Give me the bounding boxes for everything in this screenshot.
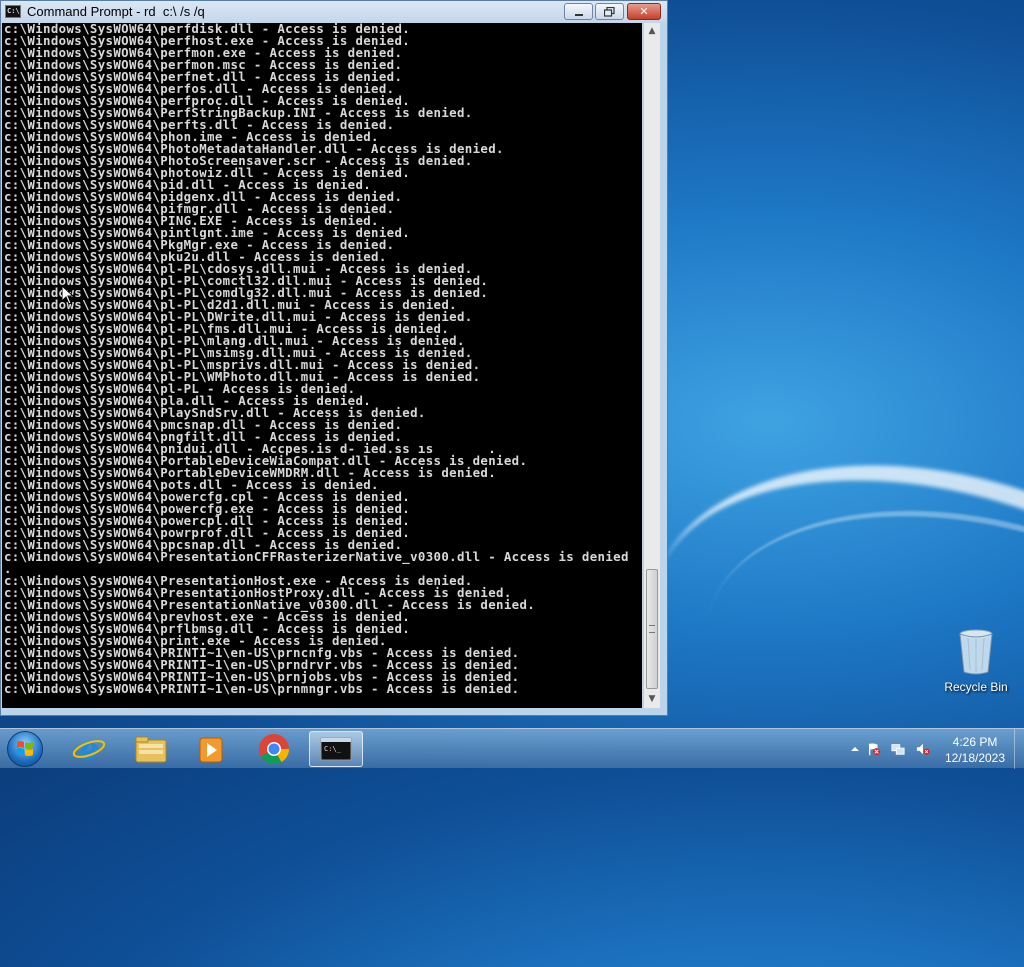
- console-line: c:\Windows\SysWOW64\PRINTI~1\en-US\prnmn…: [4, 681, 520, 696]
- minimize-icon: [574, 14, 583, 16]
- recycle-bin[interactable]: Recycle Bin: [940, 628, 1012, 694]
- console-output[interactable]: c:\Windows\SysWOW64\perfdisk.dll - Acces…: [2, 23, 642, 708]
- show-hidden-icons-icon[interactable]: [848, 742, 862, 756]
- recycle-bin-label: Recycle Bin: [944, 680, 1008, 694]
- taskbar-command-prompt[interactable]: C:\_: [309, 731, 363, 767]
- scroll-down-arrow-icon[interactable]: ▼: [644, 691, 660, 708]
- network-icon[interactable]: [891, 742, 905, 756]
- window-bottom-border: [1, 708, 667, 715]
- window-title: Command Prompt - rd c:\ /s /q: [27, 4, 205, 19]
- taskbar-chrome[interactable]: [247, 731, 301, 767]
- folder-icon: [135, 736, 167, 763]
- clock-time: 4:26 PM: [952, 735, 998, 749]
- media-player-icon: [199, 737, 223, 763]
- chrome-icon: [259, 734, 289, 765]
- scrollbar-grip-icon: [649, 625, 655, 633]
- console-line: c:\Windows\SysWOW64\PresentationCFFRaste…: [4, 549, 629, 564]
- scrollbar-thumb[interactable]: [646, 569, 658, 689]
- taskbar-clock[interactable]: 4:26 PM 12/18/2023: [940, 734, 1010, 766]
- volume-muted-icon[interactable]: [916, 742, 930, 756]
- action-center-flag-icon[interactable]: [867, 742, 881, 756]
- close-button[interactable]: ✕: [627, 3, 661, 20]
- windows-logo-icon: [17, 741, 33, 756]
- start-button[interactable]: [7, 731, 43, 767]
- restore-icon: [603, 6, 615, 17]
- scroll-up-arrow-icon[interactable]: ▲: [644, 23, 660, 40]
- command-prompt-window[interactable]: C:\ Command Prompt - rd c:\ /s /q ✕ c:\W…: [0, 0, 668, 716]
- minimize-button[interactable]: [564, 3, 593, 20]
- recycle-bin-icon: [958, 628, 994, 675]
- taskbar-file-explorer[interactable]: [124, 731, 178, 767]
- svg-text:e: e: [79, 732, 98, 767]
- maximize-button[interactable]: [595, 3, 624, 20]
- taskbar-media-player[interactable]: [184, 731, 238, 767]
- show-desktop-button[interactable]: [1014, 729, 1024, 769]
- console-scrollbar[interactable]: ▲ ▼: [643, 23, 660, 708]
- mouse-cursor-icon: [62, 286, 74, 305]
- close-icon: ✕: [639, 5, 649, 18]
- cmd-window-icon[interactable]: C:\: [5, 5, 21, 18]
- clock-date: 12/18/2023: [944, 751, 1006, 765]
- cmd-icon: C:\_: [320, 737, 352, 761]
- svg-text:C:\_: C:\_: [324, 745, 342, 753]
- window-titlebar[interactable]: C:\ Command Prompt - rd c:\ /s /q ✕: [1, 1, 667, 23]
- taskbar-internet-explorer[interactable]: e: [62, 731, 116, 767]
- taskbar: e C:\_ 4:26 PM 12/18/2023: [0, 728, 1024, 769]
- ie-icon: e: [72, 732, 106, 767]
